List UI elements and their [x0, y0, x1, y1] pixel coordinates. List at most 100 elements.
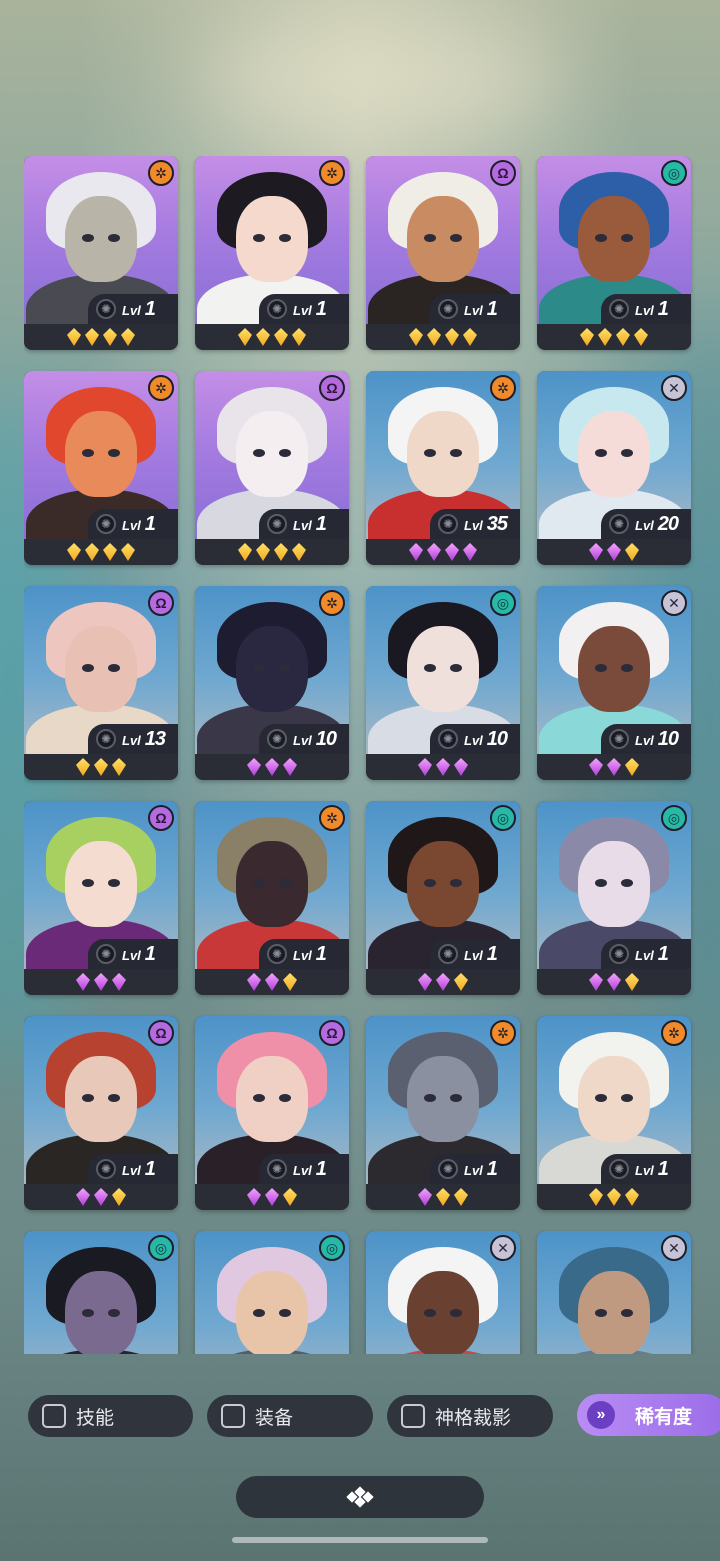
hero-eye	[108, 879, 120, 887]
level-value: 1	[315, 942, 327, 965]
level-label: Lvl	[293, 732, 312, 748]
hero-face	[578, 626, 650, 712]
hero-card[interactable]: Ω ✺ Lvl 1	[24, 801, 178, 995]
gold-gem-icon	[607, 1188, 621, 1206]
level-label: Lvl	[464, 947, 483, 963]
hero-portrait: Ω ✺ Lvl 1	[24, 801, 178, 969]
hero-card[interactable]: ✕	[537, 1231, 691, 1354]
cross-icon: ✕	[661, 590, 687, 616]
level-text: Lvl 1	[464, 942, 498, 966]
gear-icon: ✲	[490, 375, 516, 401]
hero-card[interactable]: ✲ ✺ Lvl 1	[195, 156, 349, 350]
hero-card[interactable]: Ω ✺ Lvl 1	[24, 1016, 178, 1210]
level-text: Lvl 10	[464, 728, 508, 751]
level-text: Lvl 10	[293, 728, 337, 751]
skill-wheel-icon: ✺	[438, 729, 458, 749]
chevron-double-down-icon: »	[587, 1401, 615, 1429]
hero-eye	[279, 234, 291, 242]
sort-label: 稀有度	[635, 1406, 693, 1428]
hero-eye	[424, 1094, 436, 1102]
violet-gem-icon	[589, 758, 603, 776]
level-value: 1	[486, 942, 498, 965]
home-indicator[interactable]	[232, 1537, 488, 1543]
gear-icon: ✲	[319, 160, 345, 186]
violet-gem-icon	[607, 973, 621, 991]
level-label: Lvl	[464, 517, 483, 533]
level-value: 1	[315, 297, 327, 320]
filter-label: 装备	[255, 1407, 294, 1429]
level-label: Lvl	[293, 1162, 312, 1178]
violet-gem-icon	[94, 973, 108, 991]
filter-divine-shadow[interactable]: 神格裁影	[387, 1395, 553, 1437]
filter-equipment[interactable]: 装备	[207, 1395, 373, 1437]
hero-face	[407, 841, 479, 927]
filter-skill[interactable]: 技能	[28, 1395, 193, 1437]
gear-icon: ✲	[490, 1020, 516, 1046]
hero-eye	[82, 879, 94, 887]
hero-portrait: ◎ ✺ Lvl 1	[537, 801, 691, 969]
hero-card[interactable]: ✲ ✺ Lvl 1	[24, 371, 178, 565]
gold-gem-icon	[238, 543, 252, 561]
swirl-icon: ◎	[319, 1235, 345, 1261]
hero-eye	[253, 879, 265, 887]
cross-icon: ✕	[661, 1235, 687, 1261]
hero-card[interactable]: ✕	[366, 1231, 520, 1354]
hero-card[interactable]: Ω ✺ Lvl 13	[24, 586, 178, 780]
hero-card[interactable]: Ω ✺ Lvl 1	[366, 156, 520, 350]
skill-wheel-icon: ✺	[438, 944, 458, 964]
level-bar: ✺ Lvl 1	[259, 1154, 349, 1184]
hero-card[interactable]: ◎ ✺ Lvl 1	[537, 801, 691, 995]
hero-card[interactable]: ✲ ✺ Lvl 35	[366, 371, 520, 565]
hero-card[interactable]: ✲ ✺ Lvl 1	[195, 801, 349, 995]
hero-portrait: ◎	[195, 1231, 349, 1354]
gold-gem-icon	[121, 543, 135, 561]
hero-card[interactable]: ✲ ✺ Lvl 1	[24, 156, 178, 350]
hero-card[interactable]: ✲ ✺ Lvl 1	[366, 1016, 520, 1210]
gear-icon: ✲	[148, 375, 174, 401]
hero-card[interactable]: ◎ ✺ Lvl 10	[366, 586, 520, 780]
skill-wheel-icon: ✺	[267, 944, 287, 964]
hero-card[interactable]: ◎ ✺ Lvl 1	[537, 156, 691, 350]
collapse-button[interactable]	[236, 1476, 484, 1518]
hero-eye	[450, 449, 462, 457]
hero-portrait: ✲ ✺ Lvl 1	[537, 1016, 691, 1184]
hero-card[interactable]: ◎	[195, 1231, 349, 1354]
omega-icon: Ω	[148, 805, 174, 831]
hero-card[interactable]: Ω ✺ Lvl 1	[195, 371, 349, 565]
gold-gem-icon	[256, 543, 270, 561]
hero-card[interactable]: ✕ ✺ Lvl 10	[537, 586, 691, 780]
gold-gem-icon	[598, 328, 612, 346]
hero-portrait: ◎ ✺ Lvl 1	[366, 801, 520, 969]
checkbox[interactable]	[42, 1404, 66, 1428]
skill-wheel-icon: ✺	[267, 299, 287, 319]
hero-card[interactable]: ✲ ✺ Lvl 1	[537, 1016, 691, 1210]
level-text: Lvl 1	[293, 513, 327, 536]
checkbox[interactable]	[401, 1404, 425, 1428]
violet-gem-icon	[589, 973, 603, 991]
skill-wheel-icon: ✺	[96, 729, 116, 749]
skill-wheel-icon: ✺	[609, 514, 629, 534]
gold-gem-icon	[589, 1188, 603, 1206]
violet-gem-icon	[409, 543, 423, 561]
hero-card[interactable]: ◎ ✺ Lvl 1	[366, 801, 520, 995]
hero-card[interactable]: Ω ✺ Lvl 1	[195, 1016, 349, 1210]
level-text: Lvl 1	[122, 943, 156, 966]
hero-card[interactable]: ◎	[24, 1231, 178, 1354]
level-label: Lvl	[635, 732, 654, 748]
hero-card[interactable]: ✲ ✺ Lvl 10	[195, 586, 349, 780]
hero-portrait: ✲ ✺ Lvl 1	[195, 156, 349, 324]
hero-eye	[82, 1094, 94, 1102]
hero-eye	[621, 234, 633, 242]
sort-rarity-button[interactable]: » 稀有度	[577, 1394, 720, 1436]
violet-gem-icon	[283, 758, 297, 776]
hero-eye	[108, 1094, 120, 1102]
level-label: Lvl	[122, 517, 141, 533]
hero-portrait: ✲ ✺ Lvl 35	[366, 371, 520, 539]
hero-card[interactable]: ✕ ✺ Lvl 20	[537, 371, 691, 565]
omega-icon: Ω	[148, 590, 174, 616]
checkbox[interactable]	[221, 1404, 245, 1428]
star-rating	[24, 969, 178, 995]
level-label: Lvl	[122, 947, 141, 963]
star-rating	[537, 324, 691, 350]
level-value: 1	[486, 297, 498, 320]
